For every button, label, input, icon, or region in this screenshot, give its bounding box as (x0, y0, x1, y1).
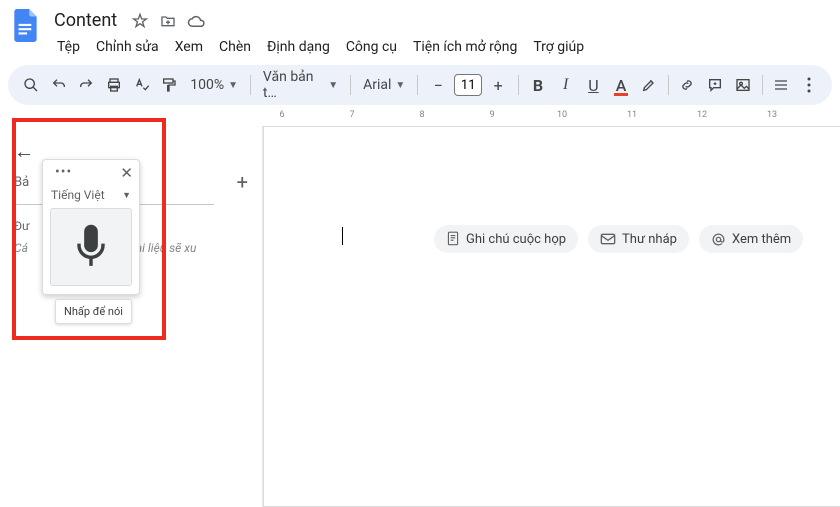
font-dropdown[interactable]: Arial▼ (357, 71, 411, 99)
chip-email-draft[interactable]: Thư nháp (588, 225, 689, 253)
menu-tools[interactable]: Công cụ (339, 35, 404, 59)
image-button[interactable] (730, 71, 756, 99)
doc-title[interactable]: Content (50, 8, 121, 33)
voice-close-icon[interactable]: ✕ (120, 164, 133, 182)
add-outline-icon[interactable]: + (237, 170, 248, 194)
redo-icon[interactable] (73, 71, 99, 99)
voice-tooltip: Nhấp để nói (55, 299, 132, 324)
more-button[interactable] (796, 71, 822, 99)
menu-insert[interactable]: Chèn (212, 35, 258, 59)
zoom-dropdown[interactable]: 100%▼ (184, 71, 244, 99)
comment-button[interactable] (702, 71, 728, 99)
search-icon[interactable] (18, 71, 44, 99)
ruler[interactable]: 6 7 8 9 10 11 12 13 (262, 109, 840, 127)
voice-more-icon[interactable]: ••• (55, 164, 72, 182)
menu-edit[interactable]: Chỉnh sửa (89, 35, 166, 59)
voice-language-dropdown[interactable]: Tiếng Việt▼ (43, 186, 139, 208)
at-icon (711, 232, 726, 247)
menu-extensions[interactable]: Tiện ích mở rộng (406, 35, 524, 59)
chip-meeting-notes[interactable]: Ghi chú cuộc họp (434, 225, 578, 253)
star-icon[interactable] (131, 12, 149, 30)
envelope-icon (600, 232, 616, 246)
document-canvas: Ghi chú cuộc họp Thư nháp Xem thêm (262, 127, 840, 507)
menu-file[interactable]: Tệp (50, 35, 87, 59)
align-button[interactable] (769, 71, 795, 99)
outline-label: Bả (14, 175, 29, 190)
menu-view[interactable]: Xem (168, 35, 210, 59)
spellcheck-icon[interactable] (129, 71, 155, 99)
paint-format-icon[interactable] (157, 71, 183, 99)
undo-icon[interactable] (46, 71, 72, 99)
text-cursor (342, 227, 343, 245)
highlight-button[interactable] (636, 71, 662, 99)
fontsize-decrease[interactable]: − (424, 71, 452, 99)
document-icon (446, 231, 460, 247)
document-page[interactable]: Ghi chú cuộc họp Thư nháp Xem thêm (263, 127, 840, 507)
link-button[interactable] (675, 71, 701, 99)
voice-mic-button[interactable] (50, 208, 132, 286)
move-icon[interactable] (159, 12, 177, 30)
voice-typing-panel: ••• ✕ Tiếng Việt▼ Nhấp để nói (42, 159, 140, 295)
outline-sidebar: ← Bả + Đư Cá thêm vào tài liệu sẽ xu •••… (0, 127, 262, 507)
docs-logo[interactable] (12, 8, 40, 44)
menubar: Tệp Chỉnh sửa Xem Chèn Định dạng Công cụ… (50, 35, 828, 59)
chip-more[interactable]: Xem thêm (699, 225, 803, 253)
italic-button[interactable]: I (553, 71, 579, 99)
print-icon[interactable] (101, 71, 127, 99)
underline-button[interactable]: U (581, 71, 607, 99)
text-color-button[interactable]: A (608, 71, 634, 99)
microphone-icon (70, 223, 112, 271)
styles-dropdown[interactable]: Văn bản t…▼ (257, 71, 344, 99)
cloud-icon[interactable] (187, 12, 205, 30)
fontsize-input[interactable] (454, 74, 482, 96)
bold-button[interactable]: B (525, 71, 551, 99)
toolbar: 100%▼ Văn bản t…▼ Arial▼ − + B I U A (8, 65, 832, 105)
fontsize-increase[interactable]: + (484, 71, 512, 99)
menu-help[interactable]: Trợ giúp (526, 35, 591, 59)
menu-format[interactable]: Định dạng (260, 35, 337, 59)
